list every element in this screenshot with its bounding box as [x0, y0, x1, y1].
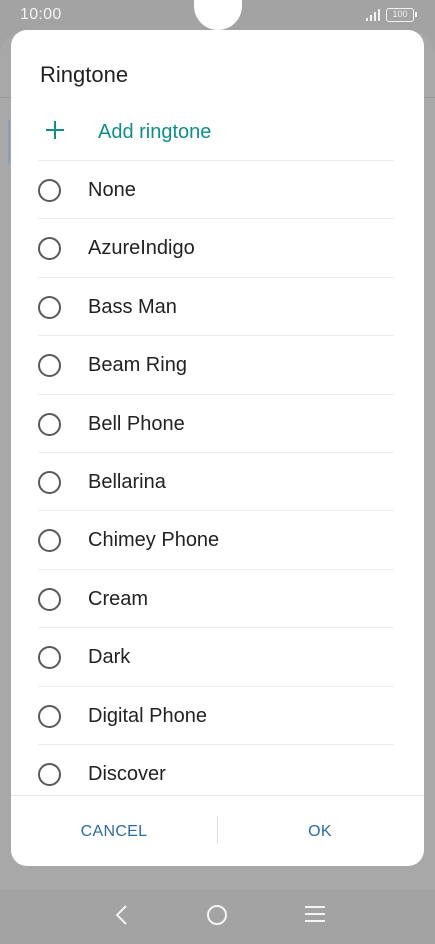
ringtone-label: Bellarina [88, 470, 166, 493]
ringtone-option[interactable]: Bass Man [38, 278, 394, 337]
ringtone-label: Dark [88, 646, 131, 669]
ringtone-option[interactable]: Bellarina [38, 453, 394, 512]
ringtone-option[interactable]: Discover [38, 745, 394, 795]
radio-button[interactable] [38, 470, 61, 494]
ringtone-label: Digital Phone [88, 704, 207, 727]
radio-button[interactable] [38, 646, 61, 670]
camera-notch [194, 0, 242, 30]
navigation-bar [0, 886, 435, 944]
battery-icon: 100 [386, 8, 417, 22]
signal-icon [366, 9, 380, 21]
radio-button[interactable] [38, 412, 61, 436]
radio-button[interactable] [38, 237, 61, 261]
radio-button[interactable] [38, 704, 61, 728]
ringtone-label: None [88, 179, 136, 201]
home-icon[interactable] [207, 905, 227, 925]
ringtone-option[interactable]: None [38, 161, 394, 220]
dialog-footer: CANCEL OK [11, 795, 424, 866]
ringtone-label: Bell Phone [88, 412, 185, 435]
status-bar: 10:00 100 [0, 0, 435, 30]
ringtone-option[interactable]: AzureIndigo [38, 219, 394, 278]
ringtone-option[interactable]: Chimey Phone [38, 511, 394, 570]
plus-icon [45, 120, 65, 140]
dialog-title: Ringtone [40, 62, 129, 87]
radio-button[interactable] [38, 179, 61, 202]
menu-icon[interactable] [305, 906, 325, 924]
ringtone-label: Beam Ring [88, 354, 187, 377]
radio-button[interactable] [38, 762, 61, 786]
status-time: 10:00 [20, 6, 62, 23]
ringtone-label: Cream [88, 587, 149, 610]
cancel-button[interactable]: CANCEL [11, 796, 217, 866]
ok-button[interactable]: OK [217, 796, 423, 866]
background-accent [0, 120, 10, 164]
ringtone-label: Bass Man [88, 295, 177, 318]
radio-button[interactable] [38, 295, 61, 319]
add-ringtone-label: Add ringtone [98, 121, 212, 143]
ringtone-label: AzureIndigo [88, 237, 195, 260]
radio-button[interactable] [38, 354, 61, 378]
ringtone-option[interactable]: Beam Ring [38, 336, 394, 395]
radio-button[interactable] [38, 587, 61, 611]
ringtone-label: Chimey Phone [88, 529, 220, 552]
ringtone-list[interactable]: None AzureIndigo Bass Man Beam Ring Bell Pho… [38, 161, 394, 795]
ringtone-label: Discover [88, 762, 166, 785]
ringtone-option[interactable]: Cream [38, 570, 394, 629]
back-icon[interactable] [112, 904, 132, 926]
ringtone-option[interactable]: Digital Phone [38, 687, 394, 745]
ringtone-dialog: Ringtone Add ringtone None AzureIndigo Bas… [11, 30, 424, 866]
radio-button[interactable] [38, 529, 61, 553]
add-ringtone-button[interactable]: Add ringtone [38, 106, 394, 161]
ringtone-option[interactable]: Dark [38, 628, 394, 687]
ringtone-option[interactable]: Bell Phone [38, 395, 394, 453]
